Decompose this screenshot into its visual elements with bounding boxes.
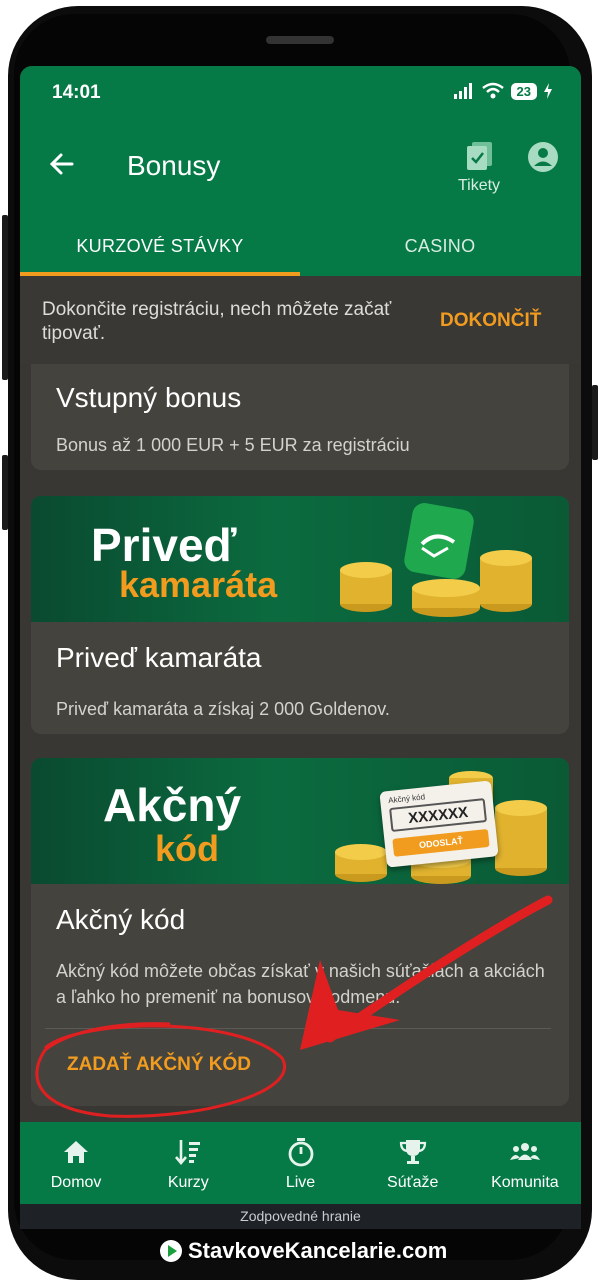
refer-friend-banner-image: Priveď kamaráta (31, 496, 569, 622)
battery-indicator: 23 (510, 82, 537, 100)
nav-label: Súťaže (387, 1174, 439, 1191)
bottom-navigation: Domov Kurzy Live Súťaže Komunita (20, 1122, 581, 1204)
signal-icon (453, 83, 472, 99)
nav-item-home[interactable]: Domov (20, 1122, 132, 1204)
card-title: Priveď kamaráta (56, 642, 262, 673)
trophy-icon (399, 1140, 426, 1164)
voucher-label: Akčný kód (387, 792, 426, 806)
banner-word-secondary: kamaráta (119, 564, 278, 605)
enter-promo-code-button[interactable]: ZADAŤ AKČNÝ KÓD (67, 1054, 251, 1076)
phone-screen: 14:01 23 Bonusy Tikety KURZOVÉ STÁVKY CA… (20, 66, 581, 1229)
voucher-send-button: ODOSLAŤ (392, 828, 490, 857)
stopwatch-icon (288, 1138, 313, 1167)
home-icon (64, 1141, 89, 1163)
coins-handshake-icon (340, 503, 532, 617)
finish-registration-button[interactable]: DOKONČIŤ (440, 310, 541, 332)
charging-icon (544, 83, 552, 99)
app-bar: Bonusy Tikety KURZOVÉ STÁVKY CASINO (20, 122, 581, 276)
arrow-left-icon (49, 153, 74, 175)
status-bar: 14:01 23 (20, 66, 581, 122)
wifi-icon (481, 82, 504, 99)
bonus-card-promo-code[interactable]: Akčný kód Akčný kód XXXXXX ODOSLAŤ Akčný… (31, 758, 569, 1106)
play-icon (160, 1240, 182, 1262)
banner-word-secondary: kód (155, 828, 220, 869)
nav-item-live[interactable]: Live (244, 1122, 356, 1204)
card-divider (45, 1028, 551, 1029)
status-icons: 23 (453, 82, 553, 100)
nav-label: Live (285, 1174, 316, 1191)
responsible-gaming-link[interactable]: Zodpovedné hranie (20, 1204, 581, 1229)
speaker-grille (266, 36, 334, 44)
brand-name: StavkoveKancelarie.com (188, 1238, 448, 1263)
nav-label: Kurzy (167, 1174, 209, 1191)
watermark-brand: StavkoveKancelarie.com (160, 1238, 447, 1264)
back-button[interactable] (44, 146, 80, 182)
registration-banner: Dokončite registráciu, nech môžete začať… (20, 276, 581, 364)
card-description: Priveď kamaráta a získaj 2 000 Goldenov. (56, 699, 390, 719)
tickets-button[interactable]: Tikety (456, 140, 502, 195)
nav-item-community[interactable]: Komunita (469, 1122, 581, 1204)
bonus-card-refer-friend[interactable]: Priveď kamaráta Priveď kamaráta Priveď k… (31, 496, 569, 734)
card-title: Vstupný bonus (56, 382, 242, 413)
promo-code-voucher: Akčný kód XXXXXX ODOSLAŤ (379, 780, 499, 868)
tab-sports-bets[interactable]: KURZOVÉ STÁVKY (20, 222, 300, 276)
nav-label: Komunita (491, 1174, 559, 1191)
banner-word-primary: Akčný (103, 779, 242, 831)
bonus-card-welcome[interactable]: Vstupný bonus Bonus až 1 000 EUR + 5 EUR… (31, 364, 569, 470)
user-icon (528, 142, 558, 172)
promo-code-banner-image: Akčný kód Akčný kód XXXXXX ODOSLAŤ (31, 758, 569, 884)
tickets-label: Tikety (457, 177, 501, 194)
people-icon (509, 1143, 540, 1160)
sort-list-icon (175, 1140, 201, 1166)
nav-item-competitions[interactable]: Súťaže (357, 1122, 469, 1204)
status-time: 14:01 (52, 82, 101, 103)
power-button (592, 385, 598, 460)
nav-item-odds[interactable]: Kurzy (132, 1122, 244, 1204)
page-title: Bonusy (127, 150, 221, 181)
card-title: Akčný kód (56, 904, 186, 935)
volume-button (2, 215, 8, 380)
card-description: Akčný kód môžete občas získať v našich s… (56, 961, 545, 1007)
card-description: Bonus až 1 000 EUR + 5 EUR za registráci… (56, 435, 410, 455)
registration-text: Dokončite registráciu, nech môžete začať… (42, 299, 392, 344)
side-button (2, 455, 8, 530)
profile-button[interactable] (526, 140, 560, 174)
nav-label: Domov (50, 1174, 102, 1191)
ticket-check-icon (467, 142, 492, 170)
tab-casino[interactable]: CASINO (300, 222, 580, 276)
